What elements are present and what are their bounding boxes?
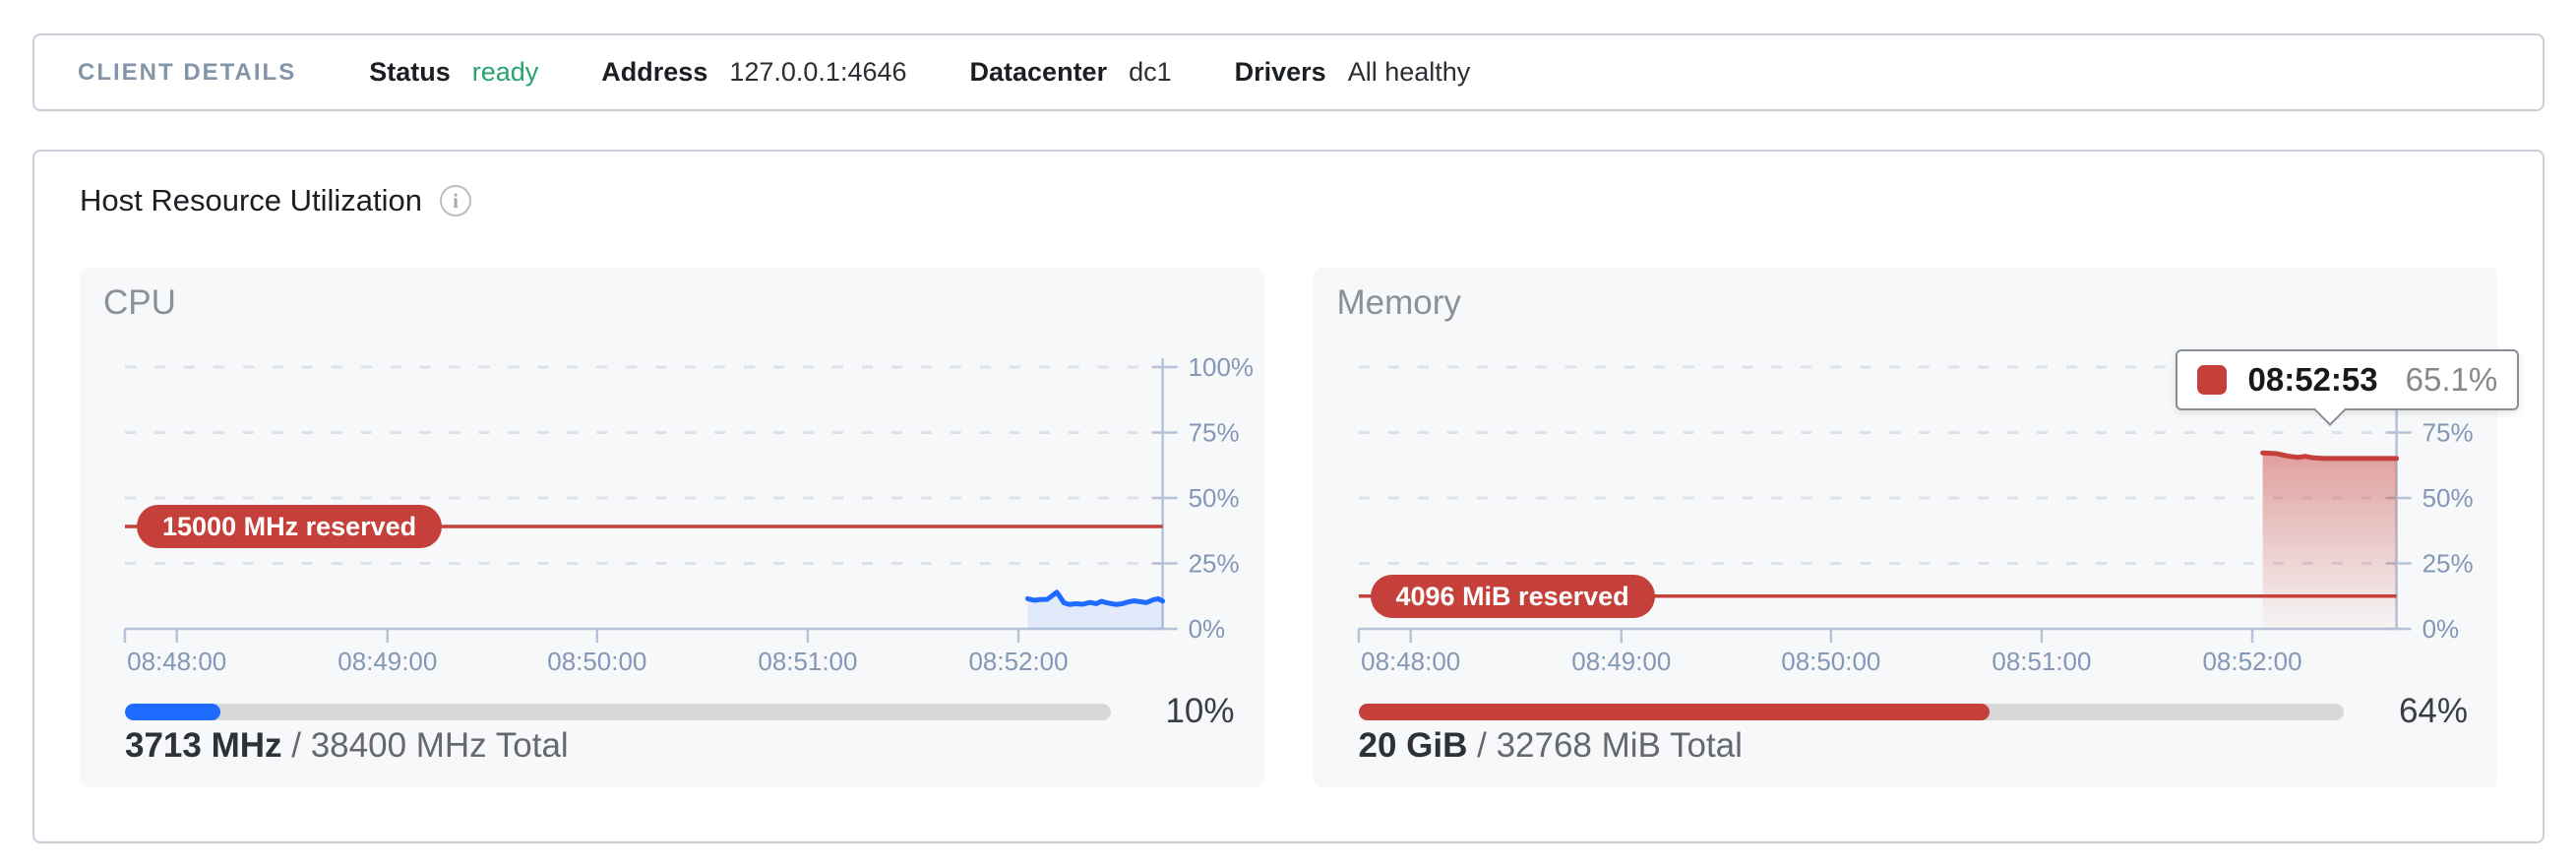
cpu-used-value: 3713 MHz <box>125 726 282 765</box>
tooltip-time: 08:52:53 <box>2248 361 2378 399</box>
y-tick-label: 25% <box>2422 548 2473 578</box>
y-tick-label: 0% <box>1189 614 1226 644</box>
y-tick-label: 50% <box>2422 483 2473 513</box>
drivers-label: Drivers <box>1235 57 1326 88</box>
panel-title: Host Resource Utilization <box>80 183 422 218</box>
x-tick-label: 08:49:00 <box>1571 647 1671 676</box>
memory-progress-track <box>1359 704 2345 720</box>
info-icon[interactable]: i <box>440 185 471 216</box>
y-tick-label: 0% <box>2422 614 2459 644</box>
client-details-bar: CLIENT DETAILS Status ready Address 127.… <box>32 33 2545 111</box>
memory-chart-tooltip: 08:52:53 65.1% <box>2176 349 2520 410</box>
resource-cards: CPU 0% 25% 50% 75% 100% 08:48:00 08:49:00 08:50… <box>80 268 2497 787</box>
memory-reserved-annotation: 4096 MiB reserved <box>1371 575 1655 618</box>
x-tick-label: 08:50:00 <box>1781 647 1880 676</box>
memory-totals: 20 GiB / 32768 MiB Total <box>1359 726 1743 766</box>
x-tick-label: 08:52:00 <box>969 647 1069 676</box>
status-value: ready <box>472 57 539 88</box>
panel-title-row: Host Resource Utilization i <box>80 183 471 218</box>
datacenter-label: Datacenter <box>970 57 1108 88</box>
drivers-value: All healthy <box>1348 57 1471 88</box>
memory-percent-area <box>2262 453 2396 629</box>
cpu-reserved-annotation: 15000 MHz reserved <box>137 505 442 548</box>
memory-total-value: / 32768 MiB Total <box>1467 726 1743 765</box>
tooltip-series-swatch <box>2197 365 2227 395</box>
client-details-title: CLIENT DETAILS <box>78 59 296 87</box>
cpu-card: CPU 0% 25% 50% 75% 100% 08:48:00 08:49:00 08:50… <box>80 268 1264 787</box>
host-resource-utilization-panel: Host Resource Utilization i CPU 0% 25% 50%… <box>32 150 2545 843</box>
client-monitoring-page: { "colors": { "accent_blue": "#1f6bff", … <box>0 0 2576 866</box>
address-value: 127.0.0.1:4646 <box>729 57 906 88</box>
tooltip-value: 65.1% <box>2406 361 2498 399</box>
y-tick-label: 25% <box>1189 548 1240 578</box>
y-tick-label: 75% <box>2422 417 2473 447</box>
cpu-progress-fill <box>125 704 220 720</box>
datacenter-field: Datacenter dc1 <box>970 57 1172 88</box>
cpu-totals: 3713 MHz / 38400 MHz Total <box>125 726 569 766</box>
x-tick-label: 08:48:00 <box>1361 647 1460 676</box>
cpu-total-value: / 38400 MHz Total <box>282 726 569 765</box>
memory-progress-fill <box>1359 704 1991 720</box>
x-tick-label: 08:48:00 <box>127 647 226 676</box>
cpu-percent-badge: 10% <box>1136 692 1235 731</box>
y-tick-label: 100% <box>1189 356 1254 382</box>
y-tick-label: 50% <box>1189 483 1240 513</box>
memory-card: Memory 0%25%50%75%100%08:48:0008:49:0008… <box>1314 268 2498 787</box>
x-tick-label: 08:51:00 <box>1992 647 2091 676</box>
x-tick-label: 08:50:00 <box>547 647 646 676</box>
address-label: Address <box>601 57 707 88</box>
datacenter-value: dc1 <box>1129 57 1172 88</box>
memory-percent-badge: 64% <box>2369 692 2468 731</box>
cpu-progress-row: 10% <box>125 694 1235 729</box>
y-tick-label: 75% <box>1189 417 1240 447</box>
status-field: Status ready <box>369 57 538 88</box>
status-label: Status <box>369 57 451 88</box>
x-tick-label: 08:51:00 <box>758 647 857 676</box>
memory-used-value: 20 GiB <box>1359 726 1468 765</box>
x-tick-label: 08:49:00 <box>337 647 437 676</box>
cpu-progress-track <box>125 704 1111 720</box>
cpu-card-title: CPU <box>103 283 176 323</box>
drivers-field: Drivers All healthy <box>1235 57 1471 88</box>
memory-card-title: Memory <box>1337 283 1461 323</box>
x-tick-label: 08:52:00 <box>2202 647 2301 676</box>
address-field: Address 127.0.0.1:4646 <box>601 57 906 88</box>
memory-progress-row: 64% <box>1359 694 2469 729</box>
